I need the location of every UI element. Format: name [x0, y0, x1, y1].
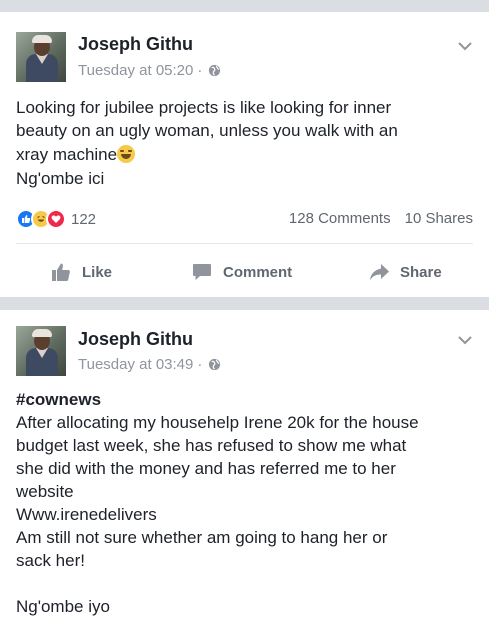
- chevron-down-icon[interactable]: [457, 332, 473, 348]
- post-line: website: [16, 482, 74, 501]
- laughing-emoji-icon: [117, 145, 136, 163]
- author-avatar[interactable]: [16, 326, 66, 376]
- post-divider: [16, 243, 473, 244]
- post-line: she did with the money and has referred …: [16, 459, 396, 478]
- timestamp-text: Tuesday at 03:49: [78, 356, 194, 373]
- post-timestamp[interactable]: Tuesday at 03:49 ·: [78, 356, 221, 373]
- feed-post-2: Joseph Githu Tuesday at 03:49 · #cownews…: [0, 310, 489, 636]
- share-arrow-icon: [370, 264, 389, 280]
- author-avatar[interactable]: [16, 32, 66, 82]
- timestamp-text: Tuesday at 05:20: [78, 62, 194, 79]
- hashtag-link[interactable]: #cownews: [16, 388, 478, 411]
- chevron-down-icon[interactable]: [457, 38, 473, 54]
- post-line: beauty on an ugly woman, unless you walk…: [16, 121, 398, 140]
- love-reaction-icon: [46, 209, 66, 229]
- post-text: #cownews After allocating my househelp I…: [16, 388, 478, 618]
- reaction-count: 122: [71, 210, 97, 228]
- comment-button[interactable]: Comment: [191, 254, 292, 290]
- post-link[interactable]: Www.irenedelivers: [16, 503, 478, 526]
- share-button[interactable]: Share: [368, 254, 442, 290]
- post-timestamp[interactable]: Tuesday at 05:20 ·: [78, 62, 221, 79]
- feed-post-1: Joseph Githu Tuesday at 05:20 · Looking …: [0, 12, 489, 296]
- post-line: Looking for jubilee projects is like loo…: [16, 98, 392, 117]
- comment-bubble-icon: [193, 264, 211, 280]
- post-line-blank: [16, 572, 478, 595]
- author-name[interactable]: Joseph Githu: [78, 329, 193, 350]
- post-line: xray machine: [16, 142, 478, 167]
- feed-separator: [0, 297, 489, 310]
- globe-icon: [209, 358, 221, 371]
- like-button[interactable]: Like: [50, 254, 112, 290]
- timestamp-separator: ·: [197, 356, 203, 373]
- post-line: budget last week, she has refused to sho…: [16, 436, 407, 455]
- feed-separator-top: [0, 0, 489, 12]
- share-label: Share: [400, 263, 442, 281]
- post-line: Am still not sure whether am going to ha…: [16, 528, 388, 547]
- post-line-text: xray machine: [16, 145, 118, 164]
- post-line: sack her!: [16, 551, 85, 570]
- post-text: Looking for jubilee projects is like loo…: [16, 96, 478, 190]
- post-actions-bar: Like Comment Share: [0, 254, 489, 290]
- comments-count[interactable]: 128 Comments: [289, 210, 391, 227]
- author-name[interactable]: Joseph Githu: [78, 34, 193, 55]
- post-line: After allocating my househelp Irene 20k …: [16, 413, 419, 432]
- shares-count[interactable]: 10 Shares: [405, 210, 473, 227]
- comment-label: Comment: [223, 263, 293, 281]
- globe-icon: [209, 64, 221, 77]
- post-line: Ng'ombe iyo: [16, 597, 110, 616]
- reactions-summary[interactable]: 122: [16, 209, 96, 229]
- timestamp-separator: ·: [197, 62, 203, 79]
- thumbs-up-icon: [52, 263, 70, 281]
- post-line: Ng'ombe ici: [16, 169, 105, 188]
- like-label: Like: [82, 263, 113, 281]
- engagement-stats: 128 Comments 10 Shares: [289, 210, 473, 227]
